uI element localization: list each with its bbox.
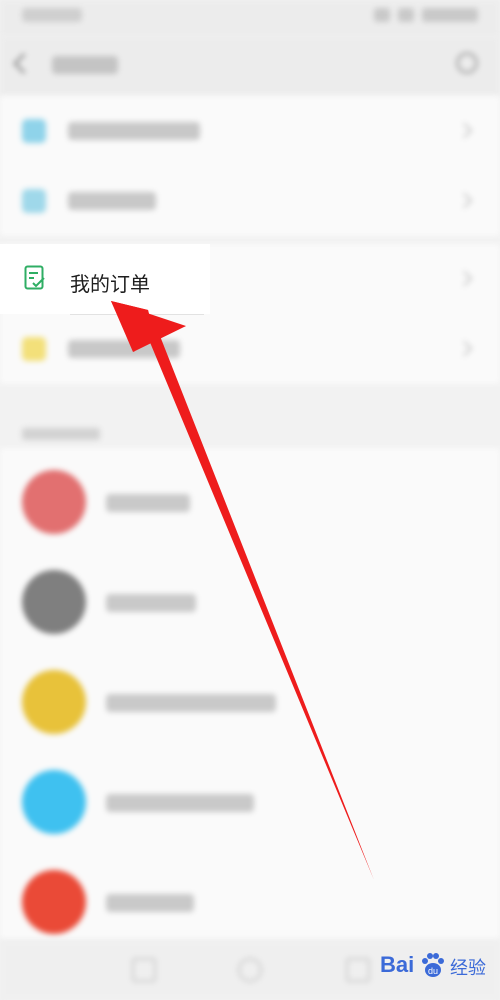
status-icons: [374, 8, 478, 22]
app-avatar: [22, 770, 86, 834]
app-name: [106, 694, 276, 712]
wifi-icon: [398, 8, 414, 22]
back-nav-icon[interactable]: [132, 958, 156, 982]
menu-item-label: [68, 340, 180, 358]
home-nav-icon[interactable]: [238, 958, 262, 982]
section-header: [22, 428, 100, 440]
chevron-right-icon: [456, 270, 473, 287]
order-list-icon: [24, 265, 45, 290]
list-item[interactable]: [0, 448, 500, 548]
baidu-watermark: Bai du 经验: [380, 946, 492, 986]
app-list: [0, 448, 500, 940]
search-icon[interactable]: [456, 52, 478, 74]
menu-row[interactable]: [0, 96, 500, 166]
app-avatar: [22, 870, 86, 934]
battery-icon: [422, 8, 478, 22]
signal-icon: [374, 8, 390, 22]
menu-item-icon: [22, 337, 46, 361]
my-orders-label: 我的订单: [70, 272, 150, 296]
app-name: [106, 494, 190, 512]
divider: [70, 314, 204, 315]
list-item[interactable]: [0, 648, 500, 748]
app-avatar: [22, 570, 86, 634]
nav-bar: [0, 36, 500, 96]
baidu-paw-icon: du: [422, 953, 444, 977]
watermark-suffix: 经验: [450, 958, 486, 979]
menu-item-label: [68, 122, 200, 140]
recents-nav-icon[interactable]: [346, 958, 370, 982]
menu-item-label: [68, 192, 156, 210]
chevron-right-icon: [456, 340, 473, 357]
svg-text:du: du: [428, 966, 438, 976]
menu-item-icon: [22, 189, 46, 213]
list-item[interactable]: [0, 848, 500, 948]
app-avatar: [22, 670, 86, 734]
menu-card-top: [0, 96, 500, 236]
chevron-right-icon: [456, 192, 473, 209]
chevron-right-icon: [456, 122, 473, 139]
app-avatar: [22, 470, 86, 534]
app-name: [106, 594, 196, 612]
menu-row[interactable]: [0, 166, 500, 236]
page-title: [52, 56, 118, 74]
list-item[interactable]: [0, 748, 500, 848]
app-name: [106, 794, 254, 812]
menu-row[interactable]: [0, 314, 500, 384]
back-arrow-icon[interactable]: [12, 52, 35, 75]
menu-item-icon: [22, 119, 46, 143]
list-item[interactable]: [0, 548, 500, 648]
watermark-text: Bai: [380, 952, 415, 977]
status-bar: [0, 0, 500, 36]
app-name: [106, 894, 194, 912]
status-time: [22, 8, 82, 22]
